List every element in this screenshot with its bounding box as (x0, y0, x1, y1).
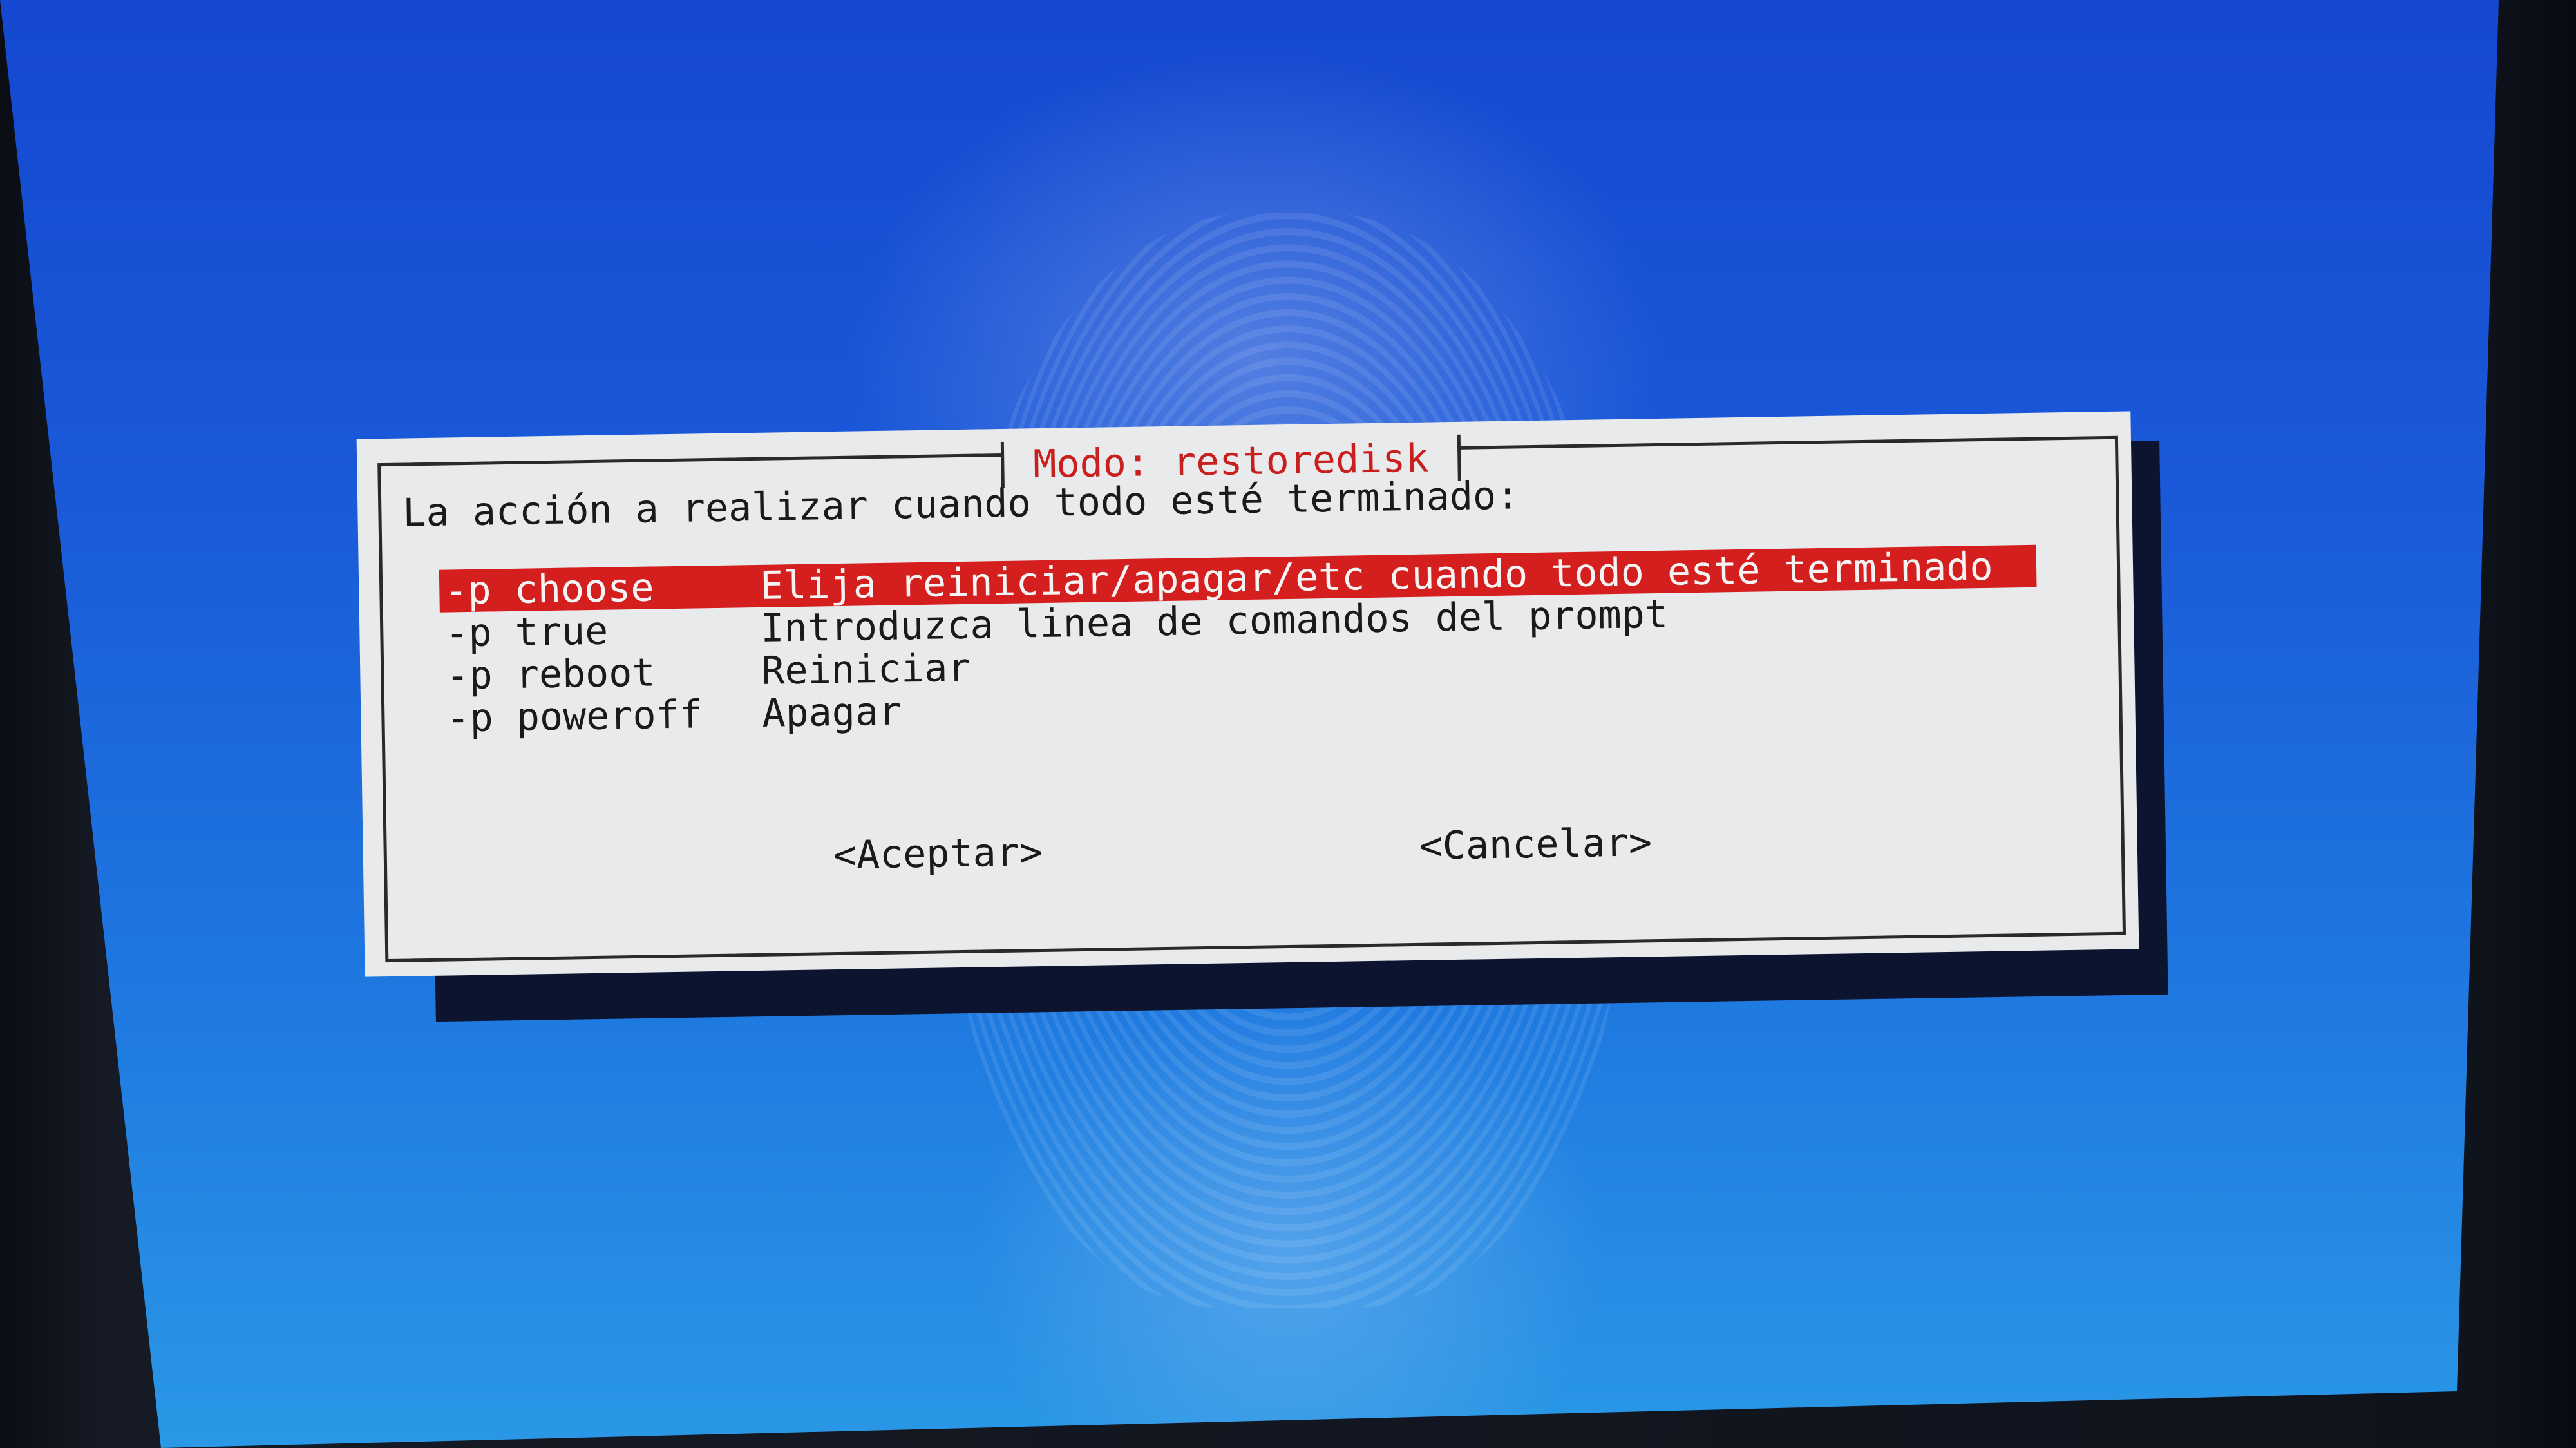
option-description: Reiniciar (761, 645, 971, 694)
option-description: Apagar (761, 689, 902, 736)
cancel-button[interactable]: <Cancelar> (1419, 819, 1652, 870)
accept-button[interactable]: <Aceptar> (833, 829, 1043, 879)
restoredisk-dialog: Modo: restoredisk La acción a realizar c… (356, 411, 2139, 977)
options-list: -p choose Elija reiniciar/apagar/etc cua… (439, 544, 2052, 741)
option-tag: -p poweroff (446, 692, 703, 741)
option-tag: -p true (444, 608, 609, 656)
option-tag: -p choose (444, 565, 654, 614)
option-tag: -p reboot (445, 650, 656, 699)
